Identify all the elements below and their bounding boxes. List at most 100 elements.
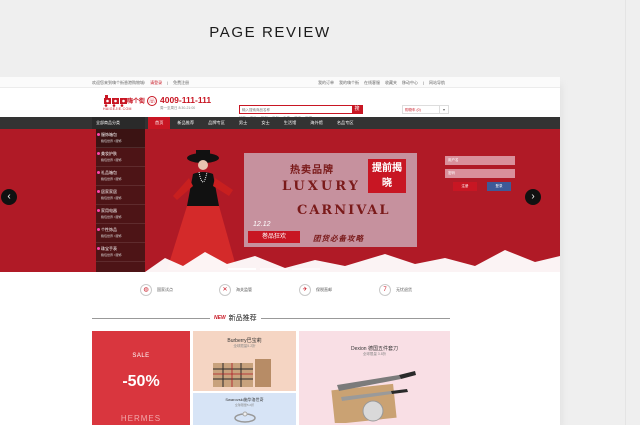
category-item[interactable]: 礼品箱包 箱包世界 / 服饰 <box>96 167 145 186</box>
feature-item: ◍ 国家试点 <box>140 284 173 296</box>
new-badge: NEW <box>214 315 226 321</box>
welcome-text: 欢迎您来到嗨个街香港购物城! <box>92 80 146 85</box>
feature-strip: ◍ 国家试点 ✕ 海关监管 ✈ 保税直邮 7 无忧退货 <box>0 280 560 304</box>
product-card-burberry[interactable]: Burberry巴宝莉 全球限量5.2折 <box>193 331 296 391</box>
section-title: 新品推荐 <box>228 315 257 322</box>
product-name: Dexion 德国五件套刀 <box>351 346 398 352</box>
cart-button[interactable]: 购物车 (0) <box>402 105 440 114</box>
promo-line-2: LUXURY <box>282 179 361 194</box>
scarf-image <box>213 359 271 387</box>
hero-banner[interactable]: 服饰箱包 箱包世界 / 服饰 美妆护肤 箱包世界 / 服饰 礼品箱包 箱包世界 … <box>0 129 560 272</box>
feature-label: 无忧退货 <box>396 287 412 292</box>
nav-item-overseas[interactable]: 海外馆 <box>303 117 330 129</box>
nav-item-men[interactable]: 男士 <box>232 117 254 129</box>
section-divider <box>92 318 450 319</box>
feature-label: 保税直邮 <box>316 287 332 292</box>
page-review-title: PAGE REVIEW <box>209 24 331 41</box>
globe-icon: ◍ <box>140 284 152 296</box>
header: 嗨个街 HAIGEJIE.COM ☏ 4009-111-111 周一至周日 8:… <box>0 88 560 120</box>
category-title: 家用电器 <box>101 208 117 213</box>
product-name: Burberry巴宝莉 <box>227 338 262 344</box>
category-item[interactable]: 美妆护肤 箱包世界 / 服饰 <box>96 148 145 167</box>
carousel-indicators <box>228 268 320 270</box>
category-icon <box>97 133 100 136</box>
feature-item: ✈ 保税直邮 <box>299 284 332 296</box>
login-button[interactable]: 登录 <box>487 182 511 191</box>
feature-item: 7 无忧退货 <box>379 284 412 296</box>
bracelet-image <box>234 411 256 423</box>
plane-icon: ✈ <box>299 284 311 296</box>
category-item[interactable]: 居家家居 箱包世界 / 服饰 <box>96 186 145 205</box>
online-service-link[interactable]: 在线客服 <box>364 80 380 86</box>
category-item[interactable]: 服饰箱包 箱包世界 / 服饰 <box>96 129 145 148</box>
register-button[interactable]: 注册 <box>453 182 477 191</box>
search-button[interactable]: 搜 <box>352 106 362 113</box>
product-card-swarovski[interactable]: Swarovski施华洛世奇 全球限量5.2折 <box>193 393 296 425</box>
nav-item-women[interactable]: 女士 <box>254 117 276 129</box>
login-box: 用户名 密码 注册 登录 <box>445 156 519 220</box>
category-icon <box>97 171 100 174</box>
phone-icon: ☏ <box>147 96 157 106</box>
category-sub: 箱包世界 / 服饰 <box>101 234 122 238</box>
discount-label: -50% <box>122 373 160 390</box>
carousel-dot[interactable] <box>260 268 288 270</box>
category-icon <box>97 209 100 212</box>
carousel-dot[interactable] <box>292 268 320 270</box>
product-sub: 全球限量 3.8折 <box>362 352 387 356</box>
topbar-divider: | <box>422 80 424 85</box>
seven-days-icon: 7 <box>379 284 391 296</box>
product-card-hermes[interactable]: SALE -50% HERMES <box>92 331 190 425</box>
hotline-number: 4009-111-111 <box>160 95 212 105</box>
category-sub: 箱包世界 / 服饰 <box>101 177 122 181</box>
promo-line-3: CARNIVAL <box>297 203 391 218</box>
chevron-down-icon[interactable]: ▾ <box>440 105 449 114</box>
nav-item-home[interactable]: 首页 <box>148 117 171 129</box>
feature-item: ✕ 海关监管 <box>219 284 252 296</box>
category-sub: 箱包世界 / 服饰 <box>101 215 122 219</box>
login-link[interactable]: 请登录 <box>150 80 162 86</box>
category-title: 服饰箱包 <box>101 132 117 137</box>
category-title: 珠宝手表 <box>101 246 117 251</box>
search-box: 搜 <box>239 105 363 114</box>
category-icon <box>97 152 100 155</box>
nav-item-new[interactable]: 新品推荐 <box>170 117 201 129</box>
promo-date: 12.12 <box>253 221 271 228</box>
mobile-link[interactable]: 移动中心 <box>402 80 418 86</box>
site-nav-link[interactable]: 网站导航 <box>429 80 445 86</box>
category-icon <box>97 228 100 231</box>
register-link[interactable]: 免费注册 <box>173 80 189 86</box>
logo-text: 嗨个街 <box>127 99 146 105</box>
category-title: 居家家居 <box>101 189 117 194</box>
nav-item-life[interactable]: 生活馆 <box>277 117 304 129</box>
site-logo[interactable]: 嗨个街 HAIGEJIE.COM <box>103 94 146 112</box>
section-header: NEW 新品推荐 <box>92 313 450 323</box>
chevron-right-icon[interactable]: › <box>525 189 541 205</box>
carousel-dot[interactable] <box>228 268 256 270</box>
username-field[interactable]: 用户名 <box>445 156 515 165</box>
review-canvas: { "review_title": "PAGE REVIEW", "topbar… <box>0 0 640 425</box>
category-item[interactable]: 家用电器 箱包世界 / 服饰 <box>96 205 145 224</box>
hotline: ☏ 4009-111-111 周一至周日 8:30-21:00 <box>147 95 212 110</box>
all-categories-button[interactable]: 全部商品分类 <box>92 117 145 129</box>
chevron-left-icon[interactable]: ‹ <box>1 189 17 205</box>
hotline-hours: 周一至周日 8:30-21:00 <box>160 106 196 110</box>
category-list: 服饰箱包 箱包世界 / 服饰 美妆护肤 箱包世界 / 服饰 礼品箱包 箱包世界 … <box>96 129 145 272</box>
category-title: 美妆护肤 <box>101 151 117 156</box>
nav-item-brands[interactable]: 品牌专区 <box>201 117 232 129</box>
logo-subtext: HAIGEJIE.COM <box>103 107 132 111</box>
my-orders-link[interactable]: 我的订单 <box>318 80 334 86</box>
search-input[interactable] <box>240 106 352 113</box>
category-sub: 箱包世界 / 服饰 <box>101 196 122 200</box>
feature-label: 国家试点 <box>157 287 173 292</box>
product-sub: 全球限量5.2折 <box>233 344 256 348</box>
product-card-dexion[interactable]: Dexion 德国五件套刀 全球限量 3.8折 <box>299 331 450 425</box>
password-field[interactable]: 密码 <box>445 169 515 178</box>
my-account-link[interactable]: 我的嗨个街 <box>339 80 359 86</box>
category-item[interactable]: 珠宝手表 箱包世界 / 服饰 <box>96 243 145 262</box>
category-icon <box>97 247 100 250</box>
favorites-link[interactable]: 收藏夹 <box>385 80 397 86</box>
canvas-divider <box>625 0 626 425</box>
nav-item-luxury[interactable]: 名品专区 <box>330 117 361 129</box>
category-item[interactable]: 个性饰品 箱包世界 / 服饰 <box>96 224 145 243</box>
product-sub: 全球限量5.2折 <box>234 403 255 407</box>
